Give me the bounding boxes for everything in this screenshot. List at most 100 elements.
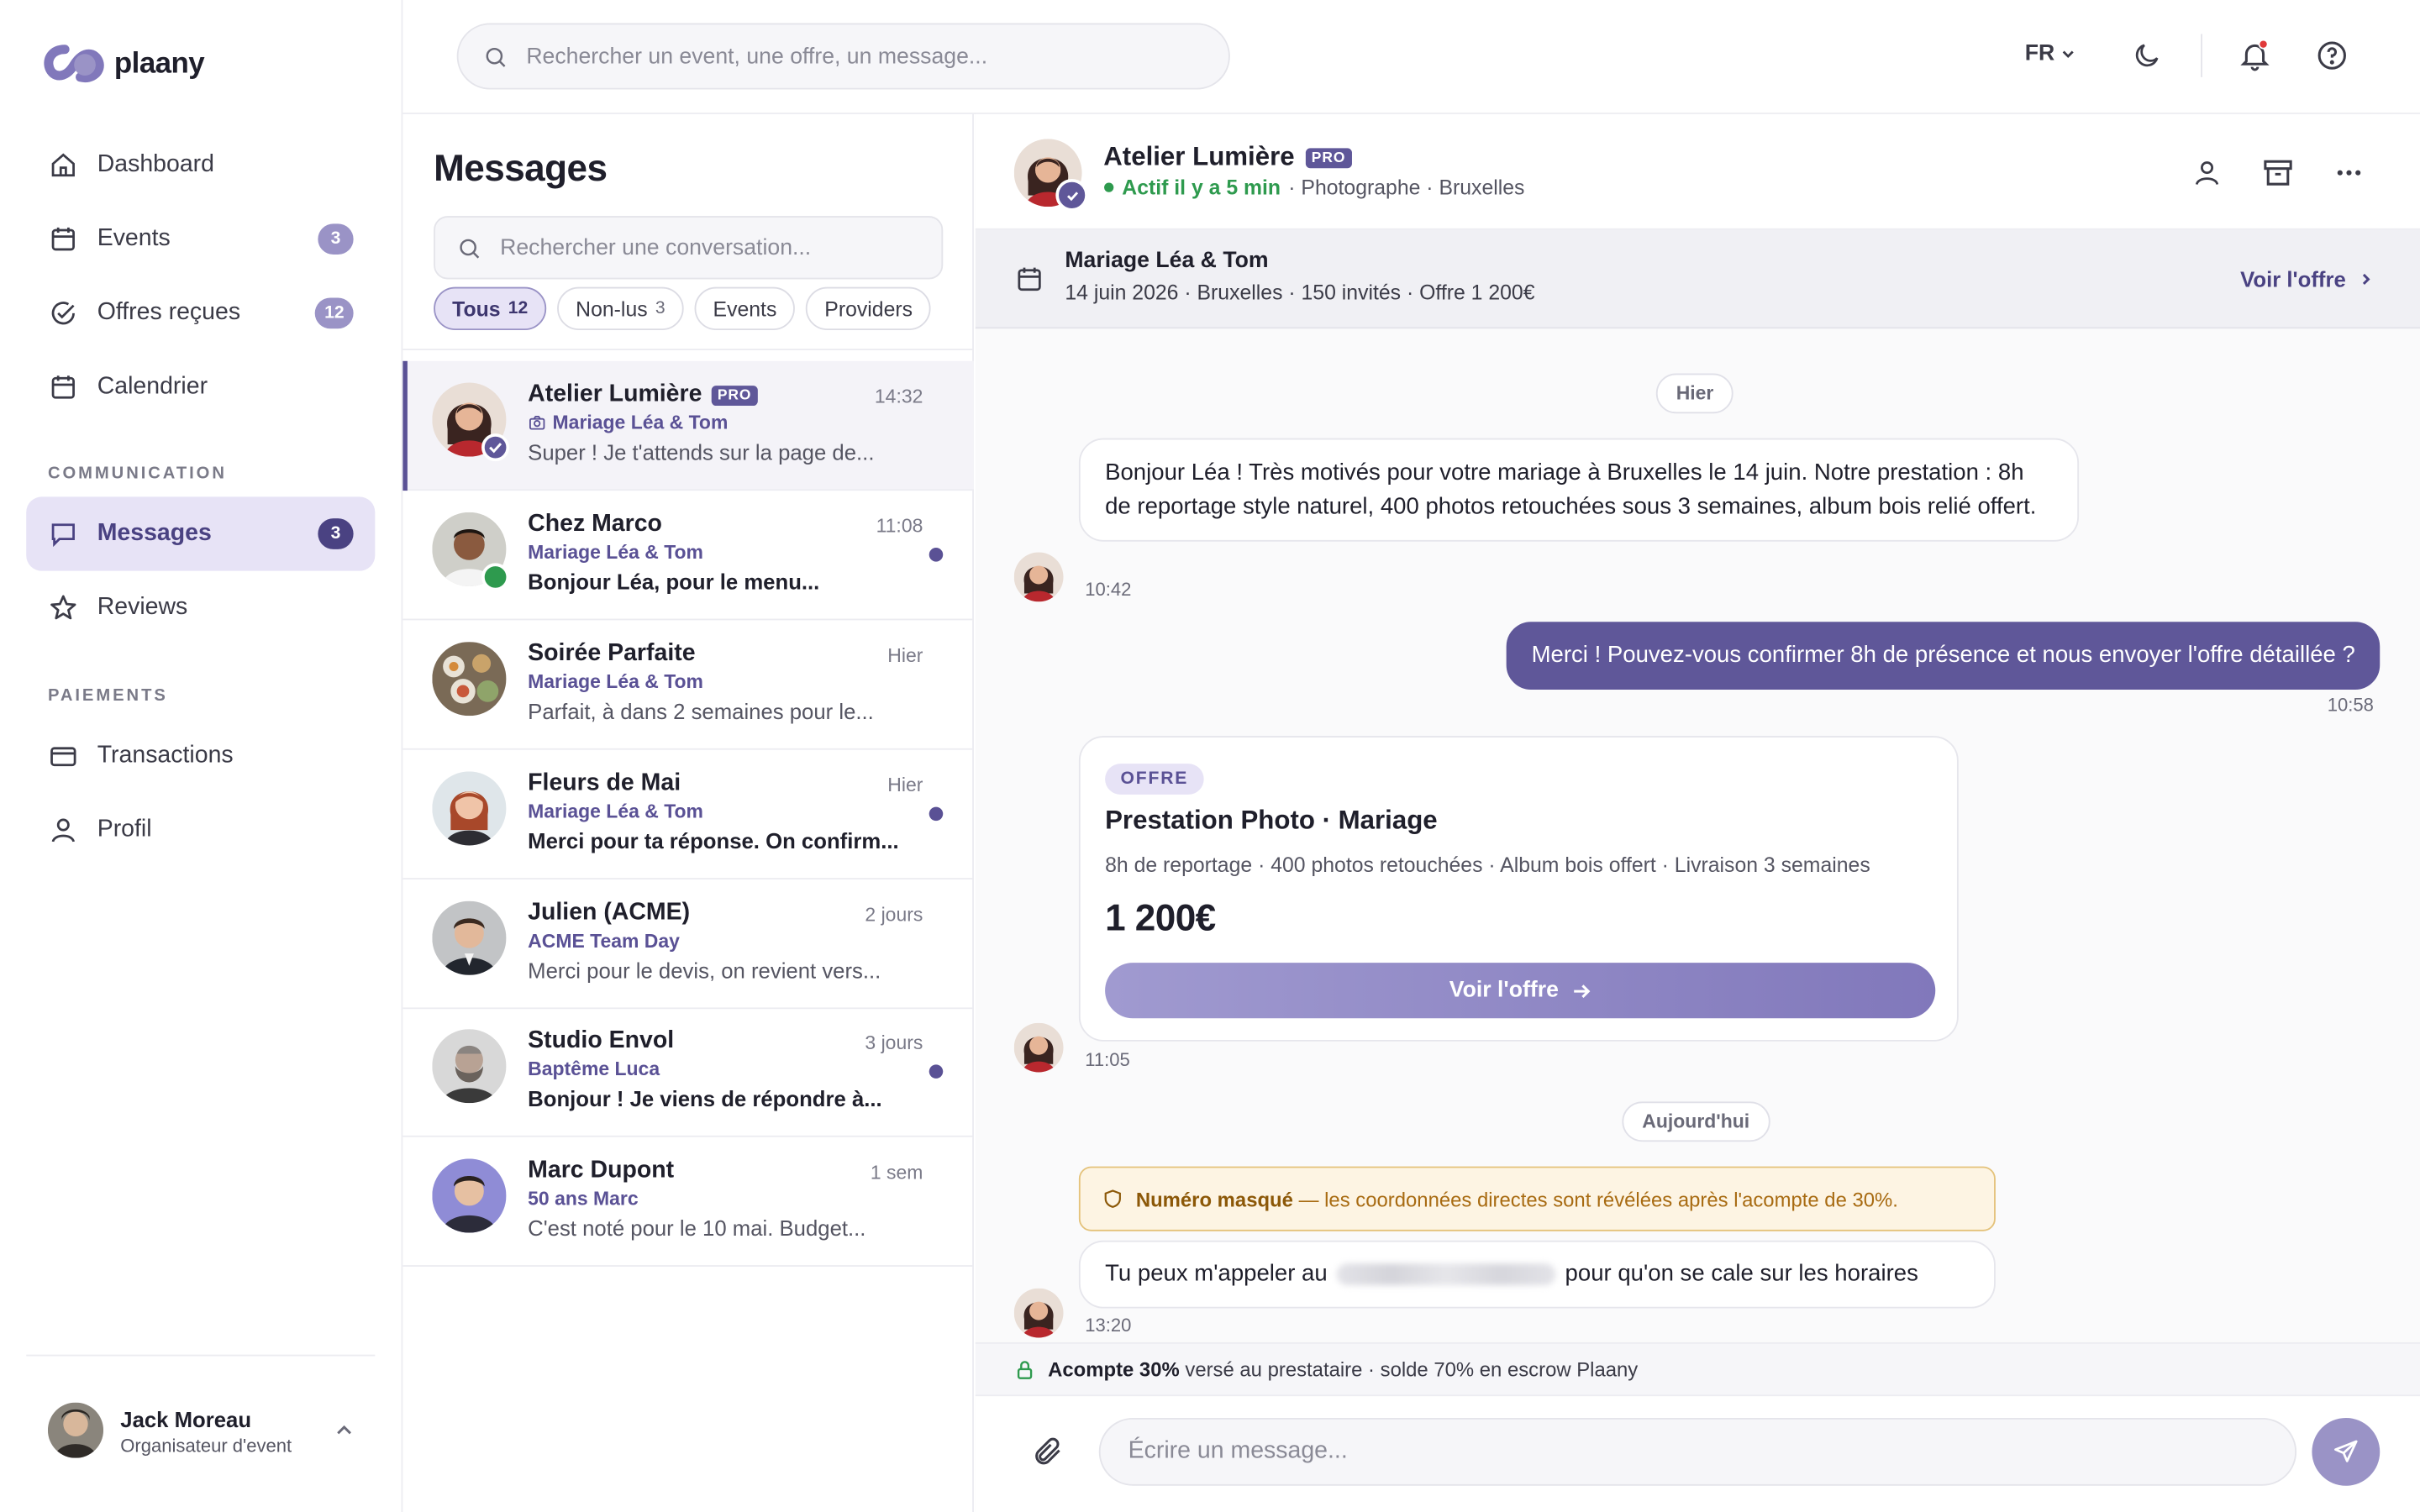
escrow-text: versé au prestataire · solde 70% en escr… xyxy=(1185,1357,1639,1381)
outgoing-message-bubble: Merci ! Pouvez-vous confirmer 8h de prés… xyxy=(1507,622,2381,690)
count-badge: 3 xyxy=(318,518,354,549)
chat-panel: Atelier Lumière PRO Actif il y a 5 min · … xyxy=(975,113,2420,1512)
masked-phone-number xyxy=(1336,1263,1556,1286)
sidebar-item-offres-recues[interactable]: Offres reçues 12 xyxy=(26,276,375,350)
sidebar-item-calendrier[interactable]: Calendrier xyxy=(26,350,375,424)
dark-mode-toggle[interactable] xyxy=(2130,39,2164,72)
offer-card: OFFRE Prestation Photo · Mariage 8h de r… xyxy=(1078,736,1959,1042)
calendar-icon xyxy=(48,223,79,255)
view-offer-link[interactable]: Voir l'offre xyxy=(2240,267,2374,291)
sidebar-item-label: Reviews xyxy=(97,594,188,621)
more-options-button[interactable] xyxy=(2330,155,2367,192)
conversation-time: 2 jours xyxy=(865,904,923,927)
conversation-item[interactable]: Soirée Parfaite Hier Mariage Léa & Tom P… xyxy=(402,620,974,750)
section-title-communication: COMMUNICATION xyxy=(47,464,227,483)
conversation-event: Mariage Léa & Tom xyxy=(528,671,703,693)
pro-badge: PRO xyxy=(711,385,758,406)
language-selector[interactable]: FR xyxy=(2025,42,2076,66)
message-input[interactable]: Écrire un message... xyxy=(1098,1417,2297,1486)
conversation-name: Chez Marco xyxy=(528,511,662,538)
conversation-search-input[interactable]: Rechercher une conversation... xyxy=(434,216,944,280)
calendar-icon xyxy=(48,372,79,403)
view-profile-button[interactable] xyxy=(2188,155,2225,192)
chip-label: Providers xyxy=(824,297,913,321)
global-search-input[interactable]: Rechercher un event, une offre, un messa… xyxy=(456,23,1230,90)
conversation-name: Fleurs de Mai xyxy=(528,770,681,798)
sidebar-item-profil[interactable]: Profil xyxy=(26,793,375,867)
verified-badge-icon xyxy=(481,433,510,462)
sidebar-item-label: Offres reçues xyxy=(97,299,241,326)
section-title-paiements: PAIEMENTS xyxy=(47,686,168,706)
conversation-time: 3 jours xyxy=(865,1032,923,1054)
conversation-item[interactable]: Marc Dupont 1 sem 50 ans Marc C'est noté… xyxy=(402,1137,974,1267)
filter-chips: Tous 12 Non-lus 3 Events Providers xyxy=(434,286,932,331)
conversation-item[interactable]: Fleurs de Mai Hier Mariage Léa & Tom Mer… xyxy=(402,750,974,879)
avatar xyxy=(432,900,507,975)
archive-button[interactable] xyxy=(2260,155,2296,192)
contact-title: Atelier Lumière PRO xyxy=(1103,142,1352,173)
contact-name: Atelier Lumière xyxy=(528,381,702,407)
conversation-item[interactable]: Chez Marco 11:08 Mariage Léa & Tom Bonjo… xyxy=(402,491,974,621)
more-horizontal-icon xyxy=(2337,170,2361,176)
offer-price: 1 200€ xyxy=(1105,897,1216,940)
sidebar-item-reviews[interactable]: Reviews xyxy=(26,571,375,645)
home-icon xyxy=(48,150,79,181)
filter-chip-tous[interactable]: Tous 12 xyxy=(434,286,547,331)
conversation-time: 11:08 xyxy=(876,515,923,538)
conversation-name: Julien (ACME) xyxy=(528,900,690,927)
conversation-item[interactable]: Studio Envol 3 jours Baptême Luca Bonjou… xyxy=(402,1007,974,1137)
sidebar-item-label: Events xyxy=(97,225,171,252)
conversation-event: Mariage Léa & Tom xyxy=(528,412,728,433)
conversation-item[interactable]: Julien (ACME) 2 jours ACME Team Day Merc… xyxy=(402,879,974,1010)
conversation-event: Mariage Léa & Tom xyxy=(528,801,703,822)
check-circle-icon xyxy=(48,297,79,328)
app-name: plaany xyxy=(113,47,205,81)
sidebar-item-label: Dashboard xyxy=(97,150,214,178)
avatar xyxy=(432,1029,507,1104)
paperclip-icon xyxy=(1035,1437,1060,1465)
conversation-item[interactable]: Atelier Lumière PRO 14:32 Mariage Léa & T… xyxy=(402,360,974,491)
message-input-placeholder: Écrire un message... xyxy=(1128,1437,1348,1465)
contact-name: Fleurs de Mai xyxy=(528,769,681,796)
logo[interactable]: plaany xyxy=(43,43,205,86)
message-text-after: pour qu'on se cale sur les horaires xyxy=(1565,1260,1918,1287)
help-button[interactable] xyxy=(2315,39,2349,72)
filter-chip-non-lus[interactable]: Non-lus 3 xyxy=(557,286,684,331)
conversation-name: Studio Envol xyxy=(528,1027,674,1055)
filter-chip-events[interactable]: Events xyxy=(694,286,796,331)
conversation-event: 50 ans Marc xyxy=(528,1188,638,1210)
filter-chip-providers[interactable]: Providers xyxy=(806,286,932,331)
conversation-event: Mariage Léa & Tom xyxy=(528,542,703,564)
view-offer-button-label: Voir l'offre xyxy=(1449,978,1559,1003)
sidebar-item-events[interactable]: Events 3 xyxy=(26,202,375,276)
verified-badge-icon xyxy=(1055,179,1088,212)
event-label: Mariage Léa & Tom xyxy=(528,670,703,693)
view-offer-button[interactable]: Voir l'offre xyxy=(1105,963,1936,1019)
send-button[interactable] xyxy=(2312,1417,2381,1486)
sidebar-item-messages[interactable]: Messages 3 xyxy=(26,496,376,571)
notice-text: — les coordonnées directes sont révélées… xyxy=(1298,1187,1898,1210)
escrow-status-bar: Acompte 30% versé au prestataire · solde… xyxy=(975,1341,2420,1397)
attach-button[interactable] xyxy=(1031,1435,1065,1477)
camera-icon xyxy=(529,415,545,430)
notifications-button[interactable] xyxy=(2238,39,2271,72)
user-menu[interactable]: Jack Moreau Organisateur d'event xyxy=(26,1354,376,1512)
shield-icon xyxy=(1104,1189,1121,1208)
conversation-search-placeholder: Rechercher une conversation... xyxy=(500,235,812,260)
divider xyxy=(2201,34,2203,77)
sidebar-item-dashboard[interactable]: Dashboard xyxy=(26,128,375,202)
contact-status: Actif il y a 5 min · Photographe · Bruxe… xyxy=(1103,176,1524,199)
conversation-preview: Parfait, à dans 2 semaines pour le... xyxy=(528,699,874,724)
sender-avatar xyxy=(1013,1288,1064,1338)
sender-avatar xyxy=(1013,552,1064,602)
conversation-preview: Bonjour Léa, pour le menu... xyxy=(528,569,820,595)
user-role: Organisateur d'event xyxy=(120,1435,292,1457)
chevron-right-icon xyxy=(2362,273,2370,285)
conversation-preview: Super ! Je t'attends sur la page de... xyxy=(528,439,875,465)
message-time: 10:58 xyxy=(2327,694,2374,717)
chat-header: Atelier Lumière PRO Actif il y a 5 min · … xyxy=(975,113,2420,230)
global-search-placeholder: Rechercher un event, une offre, un messa… xyxy=(526,44,988,69)
chip-count: 12 xyxy=(508,299,529,318)
sidebar-item-transactions[interactable]: Transactions xyxy=(26,719,375,793)
unread-dot xyxy=(929,806,944,822)
